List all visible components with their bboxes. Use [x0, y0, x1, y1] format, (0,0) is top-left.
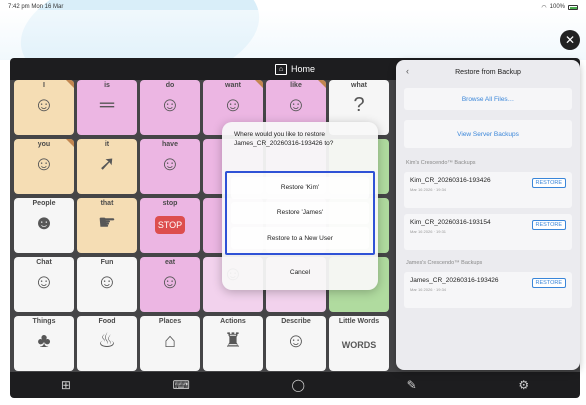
vocab-cell-label: what	[351, 82, 367, 89]
restore-button[interactable]: RESTORE	[531, 220, 566, 230]
symbol-icon: ☺	[159, 153, 181, 175]
vocab-cell[interactable]: Little Words WORDS	[329, 316, 389, 371]
symbol-icon: ☺	[33, 94, 55, 116]
chat-icon[interactable]: ◯	[292, 378, 305, 392]
symbol-icon: ♣	[37, 330, 51, 352]
view-server-backups-button[interactable]: View Server Backups	[404, 120, 572, 148]
cancel-button[interactable]: Cancel	[234, 262, 366, 282]
close-icon[interactable]: ✕	[560, 30, 580, 50]
symbol-icon: ☺	[285, 94, 307, 116]
symbol-icon: ☻	[33, 212, 55, 234]
symbol-icon: ➚	[98, 153, 116, 175]
vocab-cell[interactable]: it ➚	[77, 139, 137, 194]
panel-header: ‹ Restore from Backup	[396, 60, 580, 84]
restore-james-button[interactable]: Restore 'James'	[231, 201, 369, 224]
vocab-cell[interactable]: People ☻	[14, 198, 74, 253]
wifi-icon: ◠	[541, 4, 547, 11]
gear-icon[interactable]: ⚙	[518, 378, 529, 392]
vocab-cell-label: Describe	[281, 318, 311, 325]
vocab-cell[interactable]: Chat ☺	[14, 257, 74, 312]
back-chevron-icon[interactable]: ‹	[406, 66, 409, 76]
restore-button[interactable]: RESTORE	[531, 278, 566, 288]
vocab-cell-label: you	[37, 141, 51, 148]
vocab-cell-label: Little Words	[338, 318, 380, 325]
vocab-cell-label: that	[100, 200, 114, 207]
symbol-icon: ⌂	[163, 330, 177, 352]
section-label-james: James's Crescendo™ Backups	[406, 260, 483, 266]
backup-item[interactable]: James_CR_20260316-193426 Mar 16 2026 · 1…	[404, 272, 572, 308]
symbol-icon: ═	[99, 94, 115, 116]
vocab-cell[interactable]: Actions ♜	[203, 316, 263, 371]
dialog-options-highlight: Restore 'Kim' Restore 'James' Restore to…	[225, 171, 375, 255]
grid-icon[interactable]: ⊞	[61, 378, 71, 392]
panel-title: Restore from Backup	[455, 68, 521, 76]
browse-files-button[interactable]: Browse All Files…	[404, 88, 572, 110]
vocab-cell-label: is	[104, 82, 110, 89]
symbol-icon: ☺	[285, 330, 307, 352]
symbol-icon: ☺	[159, 94, 181, 116]
status-right: ◠ 100%	[541, 4, 578, 11]
vocab-cell-label: it	[104, 141, 110, 148]
vocab-cell[interactable]: stop STOP	[140, 198, 200, 253]
vocab-cell-label: People	[32, 200, 56, 207]
symbol-icon: STOP	[154, 216, 186, 234]
status-time: 7:42 pm Mon 16 Mar	[8, 4, 64, 10]
symbol-icon: WORDS	[341, 340, 377, 350]
restore-dialog: Where would you like to restore James_CR…	[222, 122, 378, 290]
vocab-cell-label: stop	[162, 200, 178, 207]
vocab-cell-label: do	[165, 82, 175, 89]
vocab-cell-label: Fun	[100, 259, 114, 266]
backup-item[interactable]: Kim_CR_20260316-193426 Mar 16 2026 · 19:…	[404, 172, 572, 208]
symbol-icon: ☺	[159, 271, 181, 293]
vocab-cell-label: Things	[32, 318, 56, 325]
vocab-cell[interactable]: Food ♨	[77, 316, 137, 371]
vocab-cell[interactable]: Places ⌂	[140, 316, 200, 371]
battery-percent: 100%	[549, 4, 565, 10]
vocab-cell-label: eat	[164, 259, 176, 266]
symbol-icon: ☺	[33, 153, 55, 175]
vocab-cell-label: Chat	[36, 259, 52, 266]
vocab-cell-label: I	[43, 82, 45, 89]
symbol-icon: ♨	[98, 330, 116, 352]
vocab-cell[interactable]: that ☛	[77, 198, 137, 253]
home-icon[interactable]: ⌂	[274, 63, 287, 75]
vocab-cell[interactable]: have ☺	[140, 139, 200, 194]
keyboard-icon[interactable]: ⌨	[173, 378, 190, 392]
symbol-icon: ♜	[224, 330, 242, 352]
status-bar: 7:42 pm Mon 16 Mar ◠ 100%	[0, 0, 586, 14]
symbol-icon: ☛	[98, 212, 116, 234]
vocab-cell[interactable]: Fun ☺	[77, 257, 137, 312]
vocab-cell[interactable]: Things ♣	[14, 316, 74, 371]
restore-panel: ‹ Restore from Backup Browse All Files… …	[396, 60, 580, 370]
backdrop-gradient	[0, 10, 586, 60]
pencil-icon[interactable]: ✎	[407, 378, 417, 392]
restore-new-user-button[interactable]: Restore to a New User	[231, 227, 369, 250]
vocab-cell-label: have	[162, 141, 178, 148]
page-title: Home	[290, 64, 315, 74]
dialog-message: Where would you like to restore James_CR…	[234, 131, 334, 147]
vocab-cell[interactable]: do ☺	[140, 80, 200, 135]
vocab-cell-label: Actions	[220, 318, 246, 325]
vocab-cell[interactable]: eat ☺	[140, 257, 200, 312]
vocab-cell-label: Places	[158, 318, 182, 325]
backup-item[interactable]: Kim_CR_20260316-193154 Mar 16 2026 · 19:…	[404, 214, 572, 250]
symbol-icon: ?	[353, 94, 365, 116]
restore-kim-button[interactable]: Restore 'Kim'	[231, 176, 369, 199]
bottom-toolbar: ⊞ ⌨ ◯ ✎ ⚙	[10, 372, 580, 398]
vocab-cell-label: Food	[98, 318, 116, 325]
vocab-cell[interactable]: you ☺	[14, 139, 74, 194]
vocab-cell[interactable]: I ☺	[14, 80, 74, 135]
restore-button[interactable]: RESTORE	[531, 178, 566, 188]
symbol-icon: ☺	[96, 271, 118, 293]
vocab-cell[interactable]: Describe ☺	[266, 316, 326, 371]
section-label-kim: Kim's Crescendo™ Backups	[406, 160, 476, 166]
vocab-cell[interactable]: is ═	[77, 80, 137, 135]
vocab-cell-label: want	[225, 82, 241, 89]
battery-icon	[568, 4, 578, 10]
vocab-cell-label: like	[290, 82, 302, 89]
symbol-icon: ☺	[33, 271, 55, 293]
symbol-icon: ☺	[222, 94, 244, 116]
